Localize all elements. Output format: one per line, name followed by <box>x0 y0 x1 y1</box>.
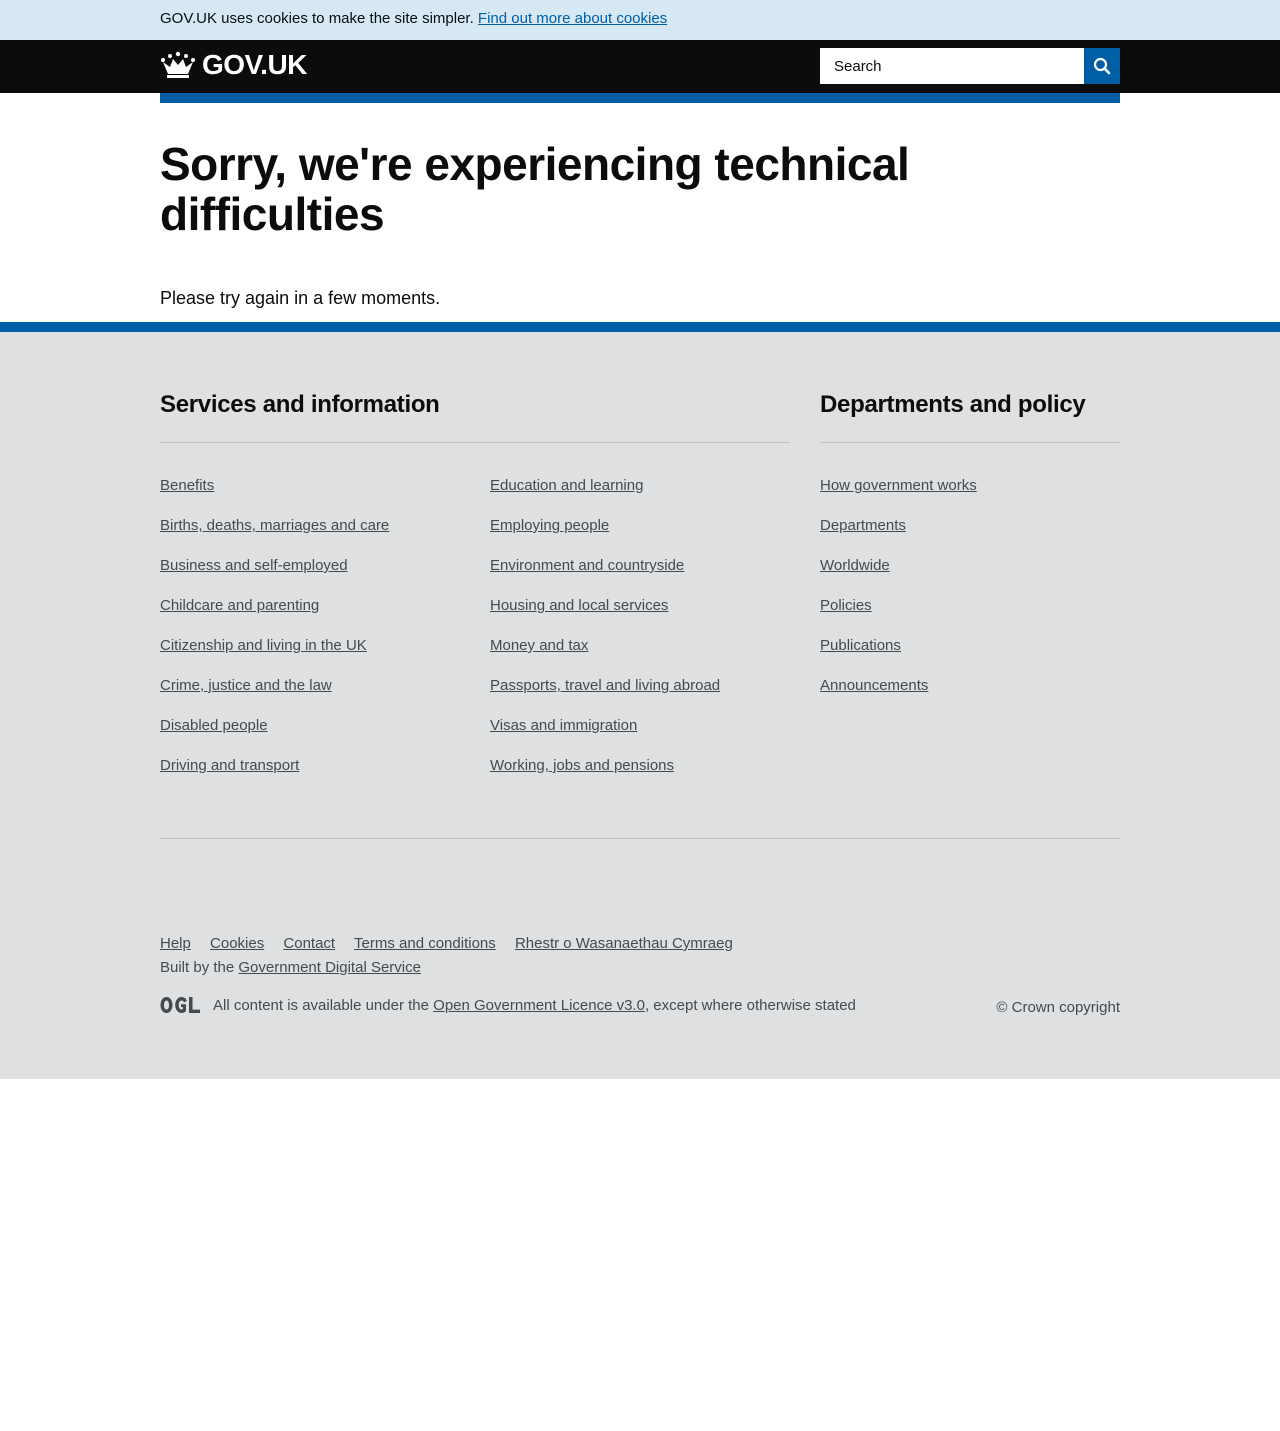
site-footer: Services and information Benefits Births… <box>0 322 1280 1079</box>
crown-icon <box>161 51 195 78</box>
list-item: Citizenship and living in the UK <box>160 636 389 676</box>
footer-link[interactable]: Visas and immigration <box>490 717 637 734</box>
gds-link[interactable]: Government Digital Service <box>238 959 421 976</box>
govuk-logo-link[interactable]: GOV.UK <box>160 50 307 80</box>
list-item: Worldwide <box>820 556 977 596</box>
logo-wordmark: GOV.UK <box>202 49 307 80</box>
licence-statement: All content is available under the Open … <box>160 996 856 1014</box>
footer-link[interactable]: Environment and countryside <box>490 557 684 574</box>
footer-link[interactable]: Working, jobs and pensions <box>490 757 674 774</box>
cookies-link[interactable]: Cookies <box>210 935 264 952</box>
cookie-info-link[interactable]: Find out more about cookies <box>478 10 667 27</box>
built-by-prefix: Built by the <box>160 959 235 976</box>
footer-link[interactable]: Money and tax <box>490 637 588 654</box>
footer-link[interactable]: Employing people <box>490 517 609 534</box>
search-button[interactable] <box>1084 48 1120 84</box>
footer-link[interactable]: Births, deaths, marriages and care <box>160 517 389 534</box>
help-link[interactable]: Help <box>160 935 191 952</box>
footer-link[interactable]: Announcements <box>820 677 928 694</box>
footer-link[interactable]: Education and learning <box>490 477 643 494</box>
list-item: Visas and immigration <box>490 716 720 756</box>
footer-link[interactable]: Housing and local services <box>490 597 668 614</box>
built-by-text: Built by the Government Digital Service <box>160 958 421 978</box>
footer-link[interactable]: Business and self-employed <box>160 557 348 574</box>
list-item: Passports, travel and living abroad <box>490 676 720 716</box>
footer-divider <box>160 838 1120 839</box>
services-divider <box>160 442 790 443</box>
crown-copyright-link[interactable]: © Crown copyright <box>996 998 1120 1018</box>
terms-link[interactable]: Terms and conditions <box>354 935 496 952</box>
departments-divider <box>820 442 1120 443</box>
footer-link[interactable]: Citizenship and living in the UK <box>160 637 367 654</box>
list-item: Business and self-employed <box>160 556 389 596</box>
services-list-col1: Benefits Births, deaths, marriages and c… <box>160 476 389 796</box>
ogl-logo-icon <box>160 997 200 1013</box>
footer-link[interactable]: Crime, justice and the law <box>160 677 332 694</box>
contact-link[interactable]: Contact <box>283 935 335 952</box>
list-item: Environment and countryside <box>490 556 720 596</box>
welsh-services-link[interactable]: Rhestr o Wasanaethau Cymraeg <box>515 935 733 952</box>
footer-meta-links: Help Cookies Contact Terms and condition… <box>160 934 748 954</box>
footer-link[interactable]: How government works <box>820 477 977 494</box>
footer-link[interactable]: Disabled people <box>160 717 268 734</box>
list-item: Education and learning <box>490 476 720 516</box>
footer-link[interactable]: Passports, travel and living abroad <box>490 677 720 694</box>
services-list-col2: Education and learning Employing people … <box>490 476 720 796</box>
search-form <box>820 48 1120 84</box>
list-item: Employing people <box>490 516 720 556</box>
list-item: Childcare and parenting <box>160 596 389 636</box>
list-item: Publications <box>820 636 977 676</box>
footer-link[interactable]: Publications <box>820 637 901 654</box>
services-heading: Services and information <box>160 391 440 418</box>
footer-link[interactable]: Driving and transport <box>160 757 299 774</box>
departments-list: How government works Departments Worldwi… <box>820 476 977 716</box>
header-accent-bar <box>160 93 1120 103</box>
list-item: Benefits <box>160 476 389 516</box>
list-item: Departments <box>820 516 977 556</box>
licence-suffix: , except where otherwise stated <box>644 996 856 1014</box>
cookie-banner: GOV.UK uses cookies to make the site sim… <box>0 0 1280 40</box>
departments-heading: Departments and policy <box>820 391 1086 418</box>
site-header: GOV.UK <box>0 40 1280 93</box>
search-icon <box>1093 57 1111 75</box>
list-item: Births, deaths, marriages and care <box>160 516 389 556</box>
search-input[interactable] <box>820 48 1084 84</box>
list-item: Housing and local services <box>490 596 720 636</box>
list-item: Policies <box>820 596 977 636</box>
footer-link[interactable]: Worldwide <box>820 557 890 574</box>
footer-link[interactable]: Benefits <box>160 477 214 494</box>
cookie-banner-text: GOV.UK uses cookies to make the site sim… <box>160 10 474 27</box>
page-title: Sorry, we're experiencing technical diff… <box>160 138 910 240</box>
list-item: Working, jobs and pensions <box>490 756 720 796</box>
list-item: Announcements <box>820 676 977 716</box>
licence-prefix: All content is available under the <box>213 996 429 1014</box>
error-message: Please try again in a few moments. <box>160 288 441 308</box>
list-item: Money and tax <box>490 636 720 676</box>
footer-link[interactable]: Policies <box>820 597 872 614</box>
footer-link[interactable]: Departments <box>820 517 906 534</box>
list-item: Disabled people <box>160 716 389 756</box>
footer-link[interactable]: Childcare and parenting <box>160 597 319 614</box>
ogl-link[interactable]: Open Government Licence v3.0 <box>433 997 645 1014</box>
main-content: Sorry, we're experiencing technical diff… <box>160 103 1120 322</box>
list-item: Crime, justice and the law <box>160 676 389 716</box>
list-item: How government works <box>820 476 977 516</box>
list-item: Driving and transport <box>160 756 389 796</box>
